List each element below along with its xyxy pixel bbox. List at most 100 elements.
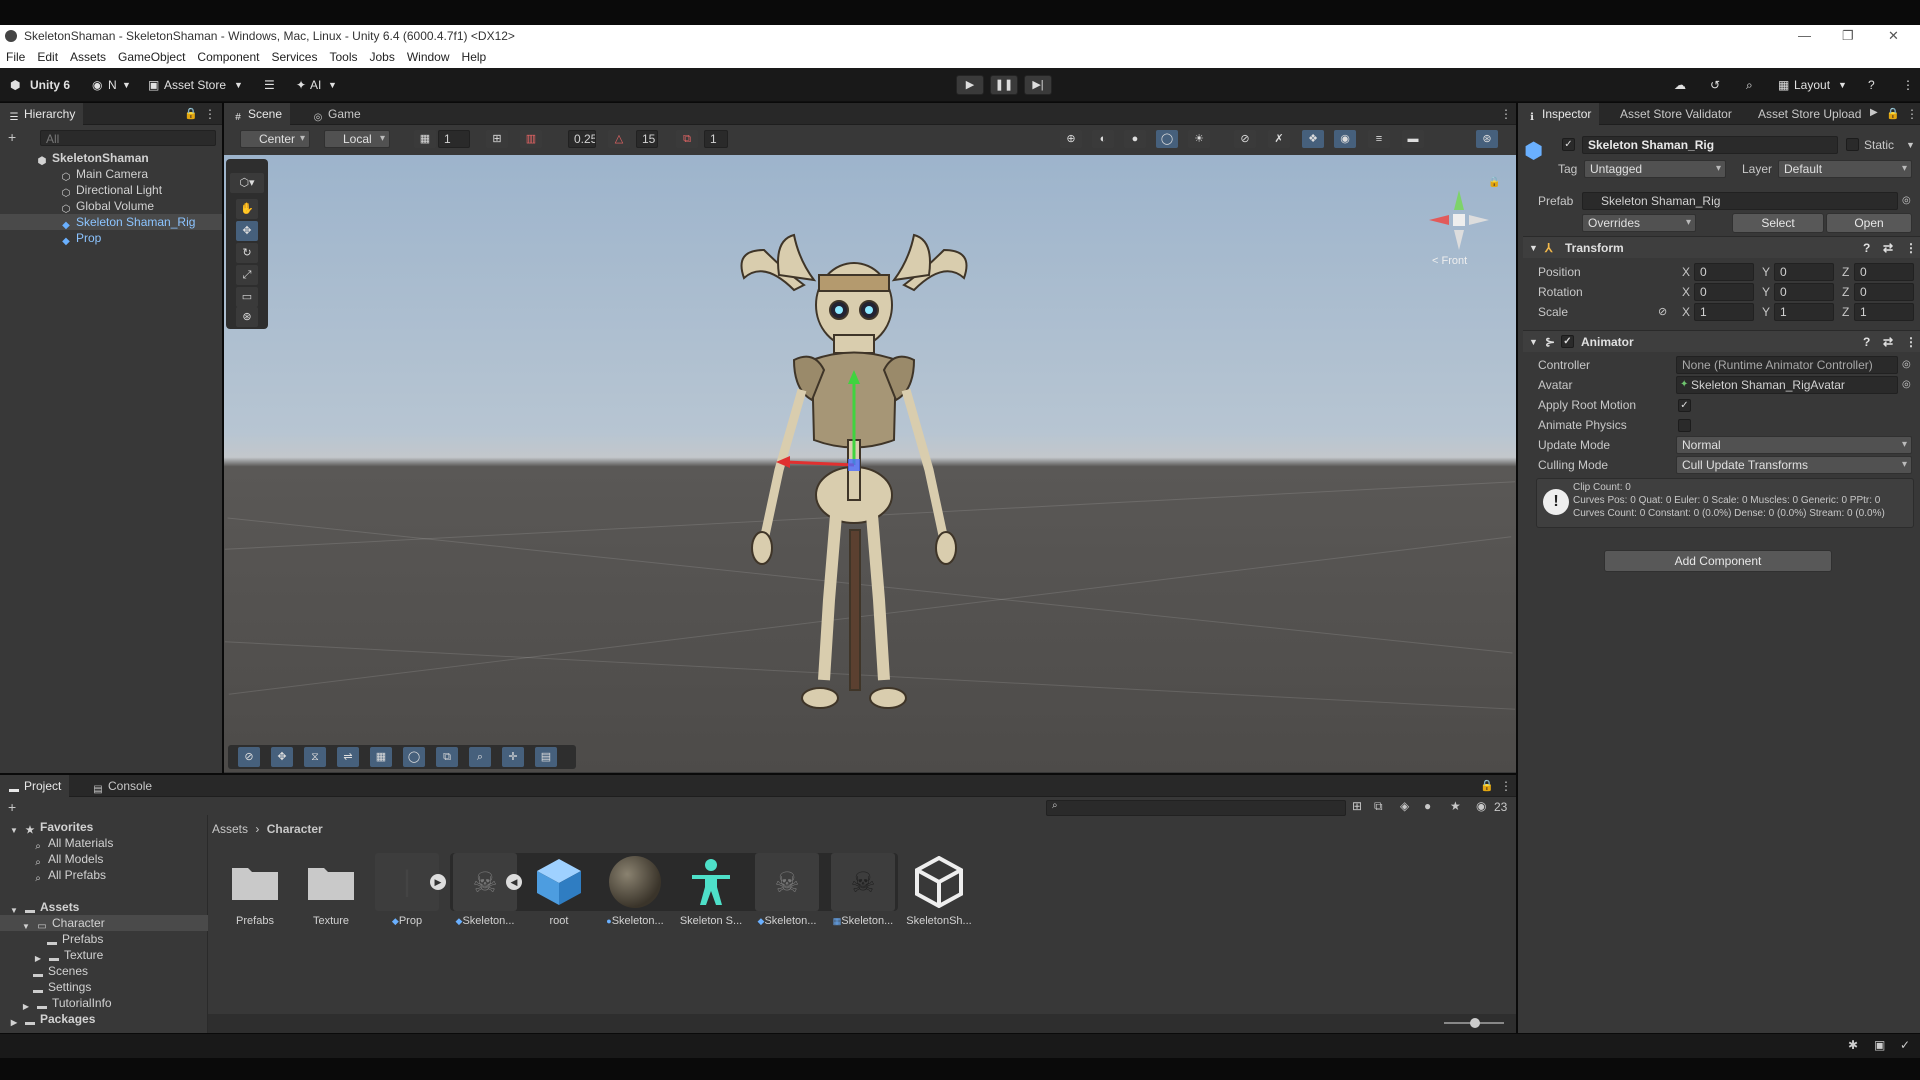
tree-item-global-volume[interactable]: ⬡ Global Volume [0,198,222,215]
lock-icon[interactable]: 🔒 [1488,177,1500,188]
tree-item-prop[interactable]: ◆ Prop [0,230,222,247]
info-icon[interactable]: ● [1424,799,1431,813]
overlay-tool-8-icon[interactable]: ⌕ [469,747,491,767]
add-icon[interactable]: + [8,129,16,145]
select-button[interactable]: Select [1732,213,1824,233]
shading-solid-icon[interactable]: ● [1124,130,1146,148]
transform-header[interactable]: ▼ ⅄ Transform ? ⇄ ⋮ [1523,236,1920,258]
snap-icon[interactable]: ⊞ [486,130,508,148]
overlay-tool-6-icon[interactable]: ◯ [403,747,425,767]
gizmos-icon[interactable]: ⊛ [1476,130,1498,148]
space-dropdown[interactable]: Local [324,130,390,148]
gizmo-view-label[interactable]: < Front [1432,255,1467,267]
target-icon[interactable]: ◎ [1902,192,1911,210]
breadcrumb-character[interactable]: Character [267,822,323,836]
position-z-field[interactable]: 0 [1854,263,1914,281]
play-button[interactable]: ▶ [956,75,984,95]
tag-dropdown[interactable]: Untagged [1584,160,1726,178]
step-button[interactable]: ▶| [1024,75,1052,95]
menu-gameobject[interactable]: GameObject [112,47,191,68]
lock-icon[interactable]: 🔒 [1480,779,1494,792]
camera-icon[interactable]: ▬ [1402,130,1424,148]
preset-icon[interactable]: ⇄ [1883,237,1893,259]
menu-tools[interactable]: Tools [323,47,363,68]
more-icon[interactable]: ⋮ [1500,107,1512,121]
increment-snap-icon[interactable]: ▥ [520,130,542,148]
shading-lit-icon[interactable]: ◯ [1156,130,1178,148]
view-menu-icon[interactable]: ⬡▾ [230,173,264,193]
asset-item[interactable]: Texture [296,853,366,927]
overlay-tool-10-icon[interactable]: ▤ [535,747,557,767]
folder-scenes[interactable]: ▬ Scenes [0,963,208,980]
asset-item[interactable]: | ◆Prop [372,853,442,927]
lock-icon[interactable]: 🔒 [1886,107,1900,120]
controller-field[interactable]: None (Runtime Animator Controller) [1676,356,1898,374]
tab-project[interactable]: ▬ Project [0,775,70,797]
tree-item-scene[interactable]: ⬢ SkeletonShaman [0,150,222,167]
static-chevron-down-icon[interactable]: ▼ [1906,136,1915,154]
hierarchy-search-input[interactable]: All [40,130,216,146]
add-icon[interactable]: + [8,799,16,815]
menu-edit[interactable]: Edit [31,47,64,68]
star-icon[interactable]: ★ [1450,799,1461,813]
asset-store-button[interactable]: Asset Store [164,77,226,93]
search-icon[interactable]: ⌕ [1746,77,1753,93]
help-icon[interactable]: ? [1863,237,1870,259]
overlay-tool-3-icon[interactable]: ⧖ [304,747,326,767]
rect-tool-icon[interactable]: ▭ [236,287,258,307]
visibility-icon[interactable]: ◉ [1334,130,1356,148]
static-label[interactable]: Static [1864,136,1894,154]
menu-services[interactable]: Services [265,47,323,68]
scale-value-field[interactable]: 1 [704,130,728,148]
menu-jobs[interactable]: Jobs [363,47,400,68]
scale-z-field[interactable]: 1 [1854,303,1914,321]
asset-item[interactable]: ☠ ◆Skeleton... [450,853,520,927]
more-icon[interactable]: ⋮ [1500,779,1512,793]
menu-component[interactable]: Component [191,47,265,68]
lighting-icon[interactable]: ☀ [1188,130,1210,148]
ai-button[interactable]: AI [310,77,321,93]
animator-header[interactable]: ▼ ⊱ ✓ Animator ? ⇄ ⋮ [1523,330,1920,352]
expand-arrow-icon[interactable]: ▶ [430,874,446,890]
asset-item[interactable]: Prefabs [220,853,290,927]
scale-snap-icon[interactable]: ⧉ [676,130,698,148]
tree-item-main-camera[interactable]: ⬡ Main Camera [0,166,222,183]
asset-item[interactable]: ●Skeleton... [600,853,670,927]
tab-asset-store-upload[interactable]: Asset Store Upload [1750,103,1870,125]
slider-handle[interactable] [1470,1018,1480,1028]
link-icon[interactable]: ⊘ [1658,303,1667,321]
animate-physics-checkbox[interactable] [1678,419,1691,432]
notifications-icon[interactable]: ▣ [1874,1038,1885,1052]
hidden-packages-icon[interactable]: ◉ [1476,799,1486,813]
maximize-button[interactable]: ❐ [1842,25,1854,47]
audio-mute-icon[interactable]: ⊘ [1234,130,1256,148]
grid-size-field[interactable]: 1 [438,130,470,148]
asset-item[interactable]: Skeleton S... [676,853,746,927]
grid-icon[interactable]: ▦ [414,130,436,148]
more-icon[interactable]: ⋮ [1902,77,1914,93]
rotation-z-field[interactable]: 0 [1854,283,1914,301]
snap-value-field[interactable]: 0.25 [568,130,596,148]
unity-version-label[interactable]: Unity 6 [30,77,70,93]
apply-root-motion-checkbox[interactable]: ✓ [1678,399,1691,412]
bug-icon[interactable]: ✱ [1848,1038,1858,1052]
pivot-dropdown[interactable]: Center [240,130,310,148]
lock-icon[interactable]: 🔒 [184,107,198,120]
layers-icon[interactable]: ❖ [1302,130,1324,148]
rotation-x-field[interactable]: 0 [1694,283,1754,301]
tab-hierarchy[interactable]: ☰ Hierarchy [0,103,84,125]
favorite-all-models[interactable]: ⌕ All Models [0,851,208,868]
breadcrumb-assets[interactable]: Assets [212,822,248,836]
stack-icon[interactable]: ≡ [1368,130,1390,148]
orientation-gizmo[interactable] [1424,185,1494,255]
layer-dropdown[interactable]: Default [1778,160,1912,178]
status-check-icon[interactable]: ✓ [1900,1038,1910,1052]
folder-character[interactable]: ▼ ▭ Character [0,915,208,932]
menu-file[interactable]: File [0,47,31,68]
minimize-button[interactable]: — [1798,25,1811,47]
foldout-arrow-icon[interactable]: ▼ [1529,237,1538,259]
menu-assets[interactable]: Assets [64,47,112,68]
asset-item[interactable]: SkeletonSh... [904,853,974,927]
layout-dropdown[interactable]: Layout [1794,77,1830,93]
tab-console[interactable]: ▤ Console [84,775,160,797]
